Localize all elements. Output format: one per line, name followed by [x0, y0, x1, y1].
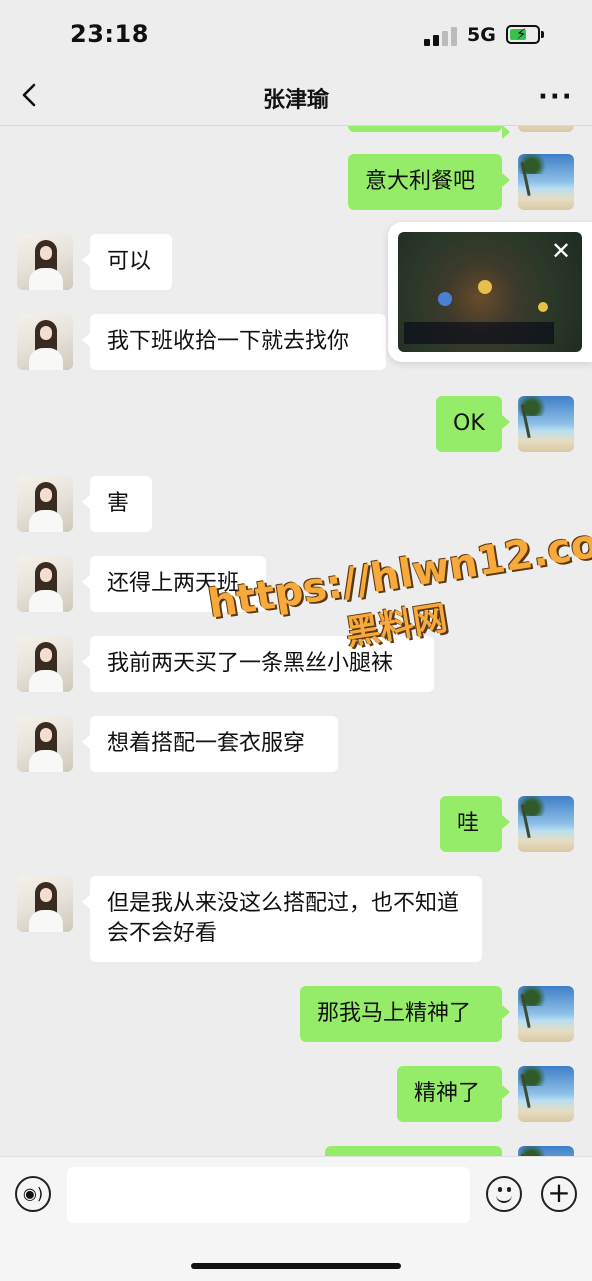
message-bubble[interactable]: 想着搭配一套衣服穿: [82, 716, 338, 772]
message-bubble[interactable]: 那我马上精神了: [300, 986, 510, 1042]
avatar[interactable]: [17, 476, 73, 532]
emoji-icon[interactable]: [486, 1176, 522, 1212]
home-indicator: [191, 1263, 401, 1269]
message-row: [0, 1146, 592, 1156]
close-icon[interactable]: ✕: [548, 238, 574, 264]
message-bubble[interactable]: 但是我从来没这么搭配过，也不知道会不会好看: [82, 876, 482, 962]
message-bubble[interactable]: 我下班收拾一下就去找你: [82, 314, 386, 370]
chat-header: 张津瑜 ···: [0, 68, 592, 126]
message-row: 意大利餐吧: [0, 154, 592, 214]
message-bubble[interactable]: [348, 126, 510, 139]
message-row: 还得上两天班: [0, 556, 592, 616]
avatar[interactable]: [518, 986, 574, 1042]
message-row: 我前两天买了一条黑丝小腿袜: [0, 636, 592, 696]
message-row: 想着搭配一套衣服穿: [0, 716, 592, 776]
message-row: [0, 126, 592, 139]
battery-icon: ⚡: [506, 25, 540, 44]
video-overlay-bar: [404, 322, 554, 344]
signal-icon: [424, 26, 458, 46]
avatar[interactable]: [518, 1146, 574, 1156]
avatar[interactable]: [17, 636, 73, 692]
chat-title: 张津瑜: [262, 88, 329, 113]
avatar[interactable]: [518, 154, 574, 210]
avatar[interactable]: [17, 556, 73, 612]
message-row: 那我马上精神了: [0, 986, 592, 1046]
avatar[interactable]: [17, 716, 73, 772]
avatar[interactable]: [518, 796, 574, 852]
message-row: 但是我从来没这么搭配过，也不知道会不会好看: [0, 876, 592, 966]
message-row: 精神了: [0, 1066, 592, 1126]
plus-icon[interactable]: +: [541, 1176, 577, 1212]
message-input[interactable]: [67, 1167, 470, 1223]
avatar[interactable]: [518, 126, 574, 132]
message-row: 哇: [0, 796, 592, 856]
avatar[interactable]: [17, 314, 73, 370]
message-row: OK: [0, 396, 592, 456]
message-row: 害: [0, 476, 592, 536]
message-bubble[interactable]: [325, 1146, 502, 1156]
message-bubble[interactable]: 可以: [82, 234, 172, 290]
message-bubble[interactable]: 我前两天买了一条黑丝小腿袜: [82, 636, 434, 692]
floating-video-window[interactable]: ✕: [388, 222, 592, 362]
message-bubble[interactable]: 精神了: [397, 1066, 510, 1122]
battery-tip: [541, 31, 544, 38]
avatar[interactable]: [518, 1066, 574, 1122]
status-bar: 23:18 5G ⚡: [0, 0, 592, 68]
avatar[interactable]: [17, 234, 73, 290]
message-bubble[interactable]: 哇: [440, 796, 510, 852]
network-type: 5G: [467, 24, 496, 46]
voice-icon[interactable]: ◉): [15, 1176, 51, 1212]
avatar[interactable]: [17, 876, 73, 932]
more-dots-icon[interactable]: ···: [538, 82, 574, 112]
message-bubble[interactable]: 还得上两天班: [82, 556, 266, 612]
message-bubble[interactable]: OK: [436, 396, 510, 452]
message-bubble[interactable]: 意大利餐吧: [348, 154, 510, 210]
message-bubble[interactable]: 害: [82, 476, 152, 532]
avatar[interactable]: [518, 396, 574, 452]
status-time: 23:18: [70, 20, 149, 48]
